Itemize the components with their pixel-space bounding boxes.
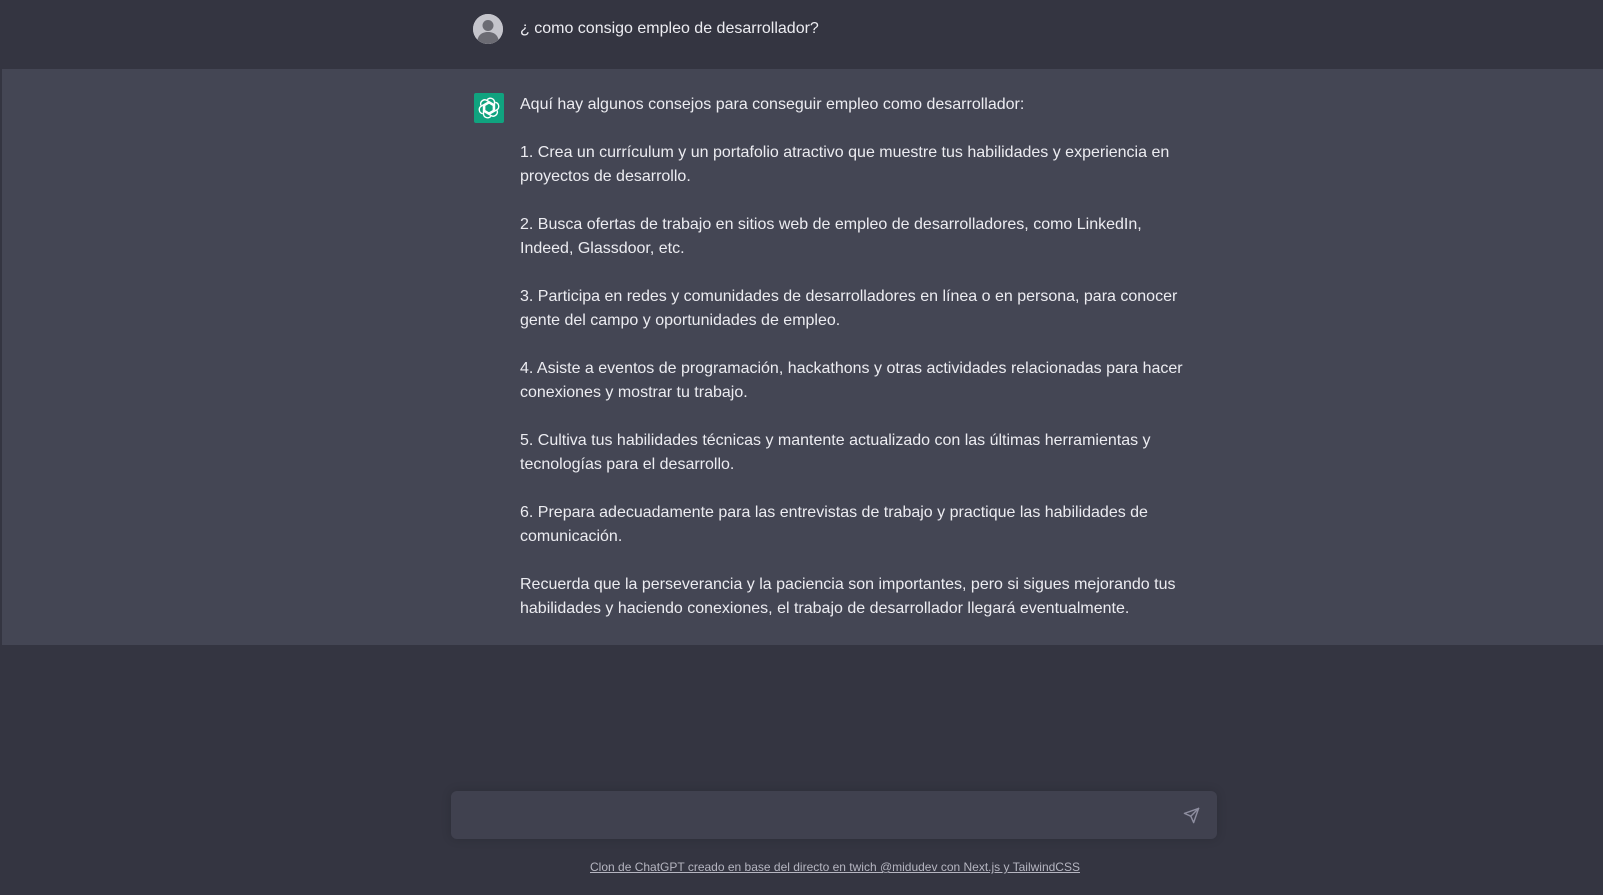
user-message-text: ¿ como consigo empleo de desarrollador? (520, 20, 819, 37)
chat-input[interactable] (451, 791, 1151, 839)
footer-credit-link[interactable]: Clon de ChatGPT creado en base del direc… (590, 860, 1080, 874)
assistant-paragraph: Aquí hay algunos consejos para conseguir… (520, 96, 1025, 113)
assistant-message-text: Aquí hay algunos consejos para conseguir… (520, 93, 1195, 621)
assistant-paragraph: 5. Cultiva tus habilidades técnicas y ma… (520, 432, 1151, 473)
send-icon (1183, 807, 1199, 823)
assistant-paragraph: 3. Participa en redes y comunidades de d… (520, 288, 1178, 329)
assistant-paragraph: 4. Asiste a eventos de programación, hac… (520, 360, 1183, 401)
openai-logo-icon (474, 93, 504, 123)
assistant-paragraph: Recuerda que la perseverancia y la pacie… (520, 576, 1176, 617)
user-message-row: ¿ como consigo empleo de desarrollador? (0, 0, 1603, 69)
assistant-paragraph: 6. Prepara adecuadamente para las entrev… (520, 504, 1148, 545)
user-avatar-icon (473, 14, 503, 44)
send-button[interactable] (1181, 805, 1201, 825)
footer: Clon de ChatGPT creado en base del direc… (0, 860, 1603, 874)
chat-input-container (451, 791, 1217, 839)
assistant-paragraph: 1. Crea un currículum y un portafolio at… (520, 144, 1170, 185)
assistant-paragraph: 2. Busca ofertas de trabajo en sitios we… (520, 216, 1142, 257)
